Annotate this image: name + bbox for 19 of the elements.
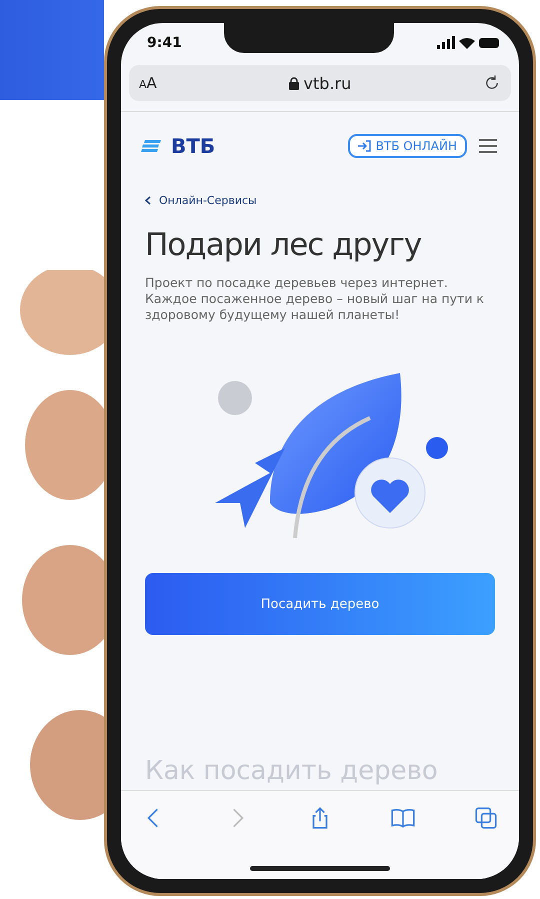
breadcrumb-link[interactable]: Онлайн-Сервисы: [121, 158, 519, 207]
page-title: Подари лес другу: [144, 227, 422, 263]
chevron-left-icon: [145, 196, 151, 205]
text-size-button[interactable]: AA: [139, 74, 157, 92]
reload-icon[interactable]: [483, 74, 501, 92]
page-description: Проект по посадке деревьев через интернет. Каждое посаженное дерево – новый шаг на пути к здоровому будущему нашей планеты!: [144, 275, 485, 323]
plant-tree-button[interactable]: Посадить дерево: [145, 573, 495, 635]
login-icon: [358, 140, 371, 152]
vtb-logo[interactable]: ВТБ: [171, 134, 216, 158]
menu-icon[interactable]: [477, 138, 499, 154]
lock-icon: [288, 76, 299, 90]
tabs-icon: [473, 805, 499, 831]
logo-stripes-icon: [141, 140, 161, 152]
tabs-button[interactable]: [473, 805, 499, 831]
status-time: 9:41: [147, 35, 182, 51]
login-button[interactable]: ВТБ ОНЛАЙН: [348, 134, 467, 158]
url-text: vtb.ru: [164, 74, 475, 92]
address-bar[interactable]: AA vtb.ru: [129, 65, 511, 101]
status-icons-drawing: [436, 36, 501, 50]
